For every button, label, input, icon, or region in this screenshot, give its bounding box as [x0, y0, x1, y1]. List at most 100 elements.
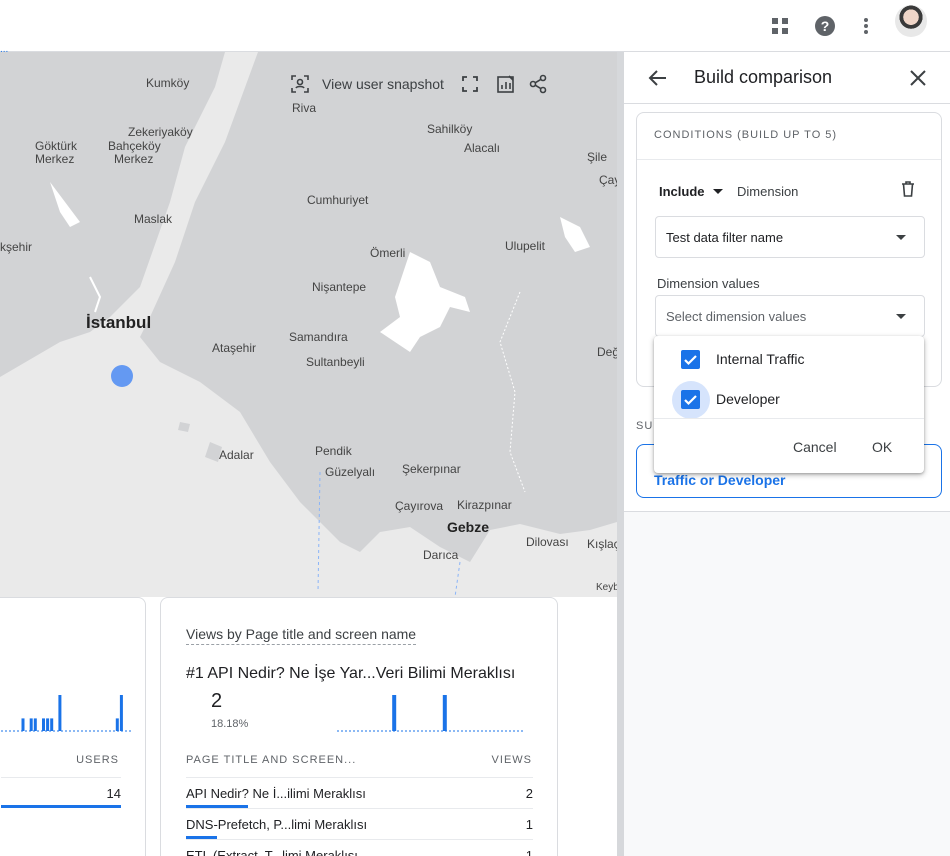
panel-title: Build comparison	[694, 67, 833, 87]
map-toolbar: View user snapshot	[288, 72, 550, 96]
checkbox[interactable]	[681, 390, 700, 409]
table-row[interactable]: DNS-Prefetch, P...limi Meraklısı 1	[186, 808, 533, 839]
dimension-values-select[interactable]: Select dimension values	[655, 295, 925, 337]
close-icon[interactable]	[909, 69, 927, 92]
sparkline-bar	[50, 718, 54, 731]
apps-grid-icon[interactable]	[762, 8, 798, 44]
sparkline-bar	[442, 695, 447, 731]
include-label: Include	[659, 184, 705, 199]
divider	[637, 159, 941, 160]
views-card: Views by Page title and screen name #1 A…	[160, 597, 558, 856]
map-place-label: Alacalı	[464, 141, 501, 155]
option-label: Internal Traffic	[716, 351, 805, 367]
delete-icon[interactable]	[901, 181, 921, 201]
dimension-select[interactable]: Test data filter name	[655, 216, 925, 258]
view-user-snapshot-button[interactable]: View user snapshot	[322, 76, 444, 92]
row-value: 1	[525, 848, 533, 856]
dimension-values-placeholder: Select dimension values	[666, 309, 807, 324]
panel-divider[interactable]	[617, 52, 624, 856]
row-label: API Nedir? Ne İ...ilimi Meraklısı	[186, 786, 366, 801]
map-place-label: Ömerli	[370, 246, 406, 260]
sparkline-bar	[42, 718, 45, 731]
map-place-label: İstanbul	[86, 313, 152, 332]
sparkline-bar	[46, 718, 50, 731]
map-place-label: Maslak	[134, 212, 173, 226]
location-marker[interactable]	[111, 365, 133, 387]
dropdown-arrow-icon	[896, 235, 906, 240]
help-icon[interactable]: ?	[807, 8, 843, 44]
share-icon[interactable]	[526, 72, 550, 96]
sparkline-bar	[58, 695, 62, 731]
checkbox-wrapper	[672, 341, 710, 379]
map-place-label: Şile	[587, 150, 608, 164]
more-vert-icon[interactable]	[848, 8, 884, 44]
sparkline-bar	[33, 718, 37, 731]
map-place-label: Darıca	[423, 548, 459, 562]
fullscreen-icon[interactable]	[458, 72, 482, 96]
table-row[interactable]: 14	[1, 777, 121, 808]
card-title[interactable]: Views by Page title and screen name	[186, 626, 417, 645]
map-view[interactable]: Kumköy Riva Sahilköy Alacalı Şile Çay Ze…	[0, 52, 617, 597]
map-place-label: Kirazpınar	[457, 498, 512, 512]
map-place-label: Pendik	[315, 444, 352, 458]
cancel-button[interactable]: Cancel	[793, 439, 837, 455]
table-row[interactable]: ETL (Extract, T...limi Meraklısı 1	[186, 839, 533, 856]
map-place-label: Riva	[292, 101, 317, 115]
column-header-views: VIEWS	[491, 754, 532, 766]
map-place-label: Merkez	[35, 152, 75, 166]
top-item-percent: 18.18%	[211, 718, 249, 730]
sparkline-bar	[392, 695, 397, 731]
option-internal-traffic[interactable]: Internal Traffic	[654, 338, 924, 378]
views-sparkline	[337, 695, 523, 732]
check-icon	[684, 395, 697, 406]
caret-down-icon	[712, 189, 723, 194]
map-place-label: Sultanbeyli	[306, 355, 365, 369]
option-developer[interactable]: Developer	[654, 378, 924, 419]
map-place-label: Kışlaç	[587, 537, 617, 551]
dimension-select-value: Test data filter name	[666, 230, 784, 245]
sparkline-bar	[119, 695, 123, 731]
checkbox[interactable]	[681, 350, 700, 369]
comparison-summary-text: Traffic or Developer	[654, 472, 786, 488]
map-place-label: Değ	[597, 345, 617, 359]
sparkline-bar	[29, 718, 33, 731]
top-item-value: 2	[211, 690, 223, 712]
row-value: 2	[525, 786, 533, 801]
map-place-label: Şekerpınar	[402, 462, 461, 476]
top-item-label: #1 API Nedir? Ne İşe Yar...Veri Bilimi M…	[186, 665, 516, 682]
map-place-label: Kumköy	[146, 76, 190, 90]
dropdown-arrow-icon	[896, 314, 906, 319]
map-place-label: Cumhuriyet	[307, 193, 369, 207]
panel-header: Build comparison	[624, 52, 950, 104]
table-row[interactable]: API Nedir? Ne İ...ilimi Meraklısı 2	[186, 777, 533, 808]
map-place-label: Çay	[599, 173, 617, 187]
svg-text:?: ?	[821, 18, 830, 34]
avatar[interactable]	[895, 5, 927, 37]
check-icon	[684, 355, 697, 366]
map-place-label: Adalar	[219, 448, 254, 462]
users-card: USERS 14	[0, 597, 146, 856]
row-label: DNS-Prefetch, P...limi Meraklısı	[186, 817, 368, 832]
map-place-label: Ulupelit	[505, 239, 546, 253]
sparkline-bar	[115, 718, 119, 731]
conditions-header: CONDITIONS (BUILD UP TO 5)	[654, 129, 838, 141]
checkbox-wrapper	[672, 381, 710, 419]
dimension-values-label: Dimension values	[657, 276, 760, 291]
map-place-label: Merkez	[114, 152, 154, 166]
top-bar: ... ?	[0, 0, 950, 55]
map-place-label: Samandıra	[289, 330, 348, 344]
customize-report-icon[interactable]	[494, 72, 518, 96]
include-dropdown[interactable]: Include	[659, 184, 723, 199]
row-value: 1	[525, 817, 533, 832]
map-place-label: Nişantepe	[312, 280, 367, 294]
map-place-label: Sahilköy	[427, 122, 473, 136]
map-place-label: Ataşehir	[212, 341, 257, 355]
column-header-page-title: PAGE TITLE AND SCREEN...	[186, 754, 357, 766]
user-snapshot-icon[interactable]	[288, 72, 312, 96]
back-arrow-icon[interactable]	[648, 68, 668, 93]
sparkline-bar	[21, 718, 25, 731]
map-attribution: Keyb	[596, 582, 617, 593]
dimension-values-menu: Internal Traffic Developer Cancel OK	[654, 336, 924, 473]
app-root: ... ? Kumköy Riva Sahilköy Alacalı Şile …	[0, 0, 950, 856]
ok-button[interactable]: OK	[872, 439, 892, 455]
